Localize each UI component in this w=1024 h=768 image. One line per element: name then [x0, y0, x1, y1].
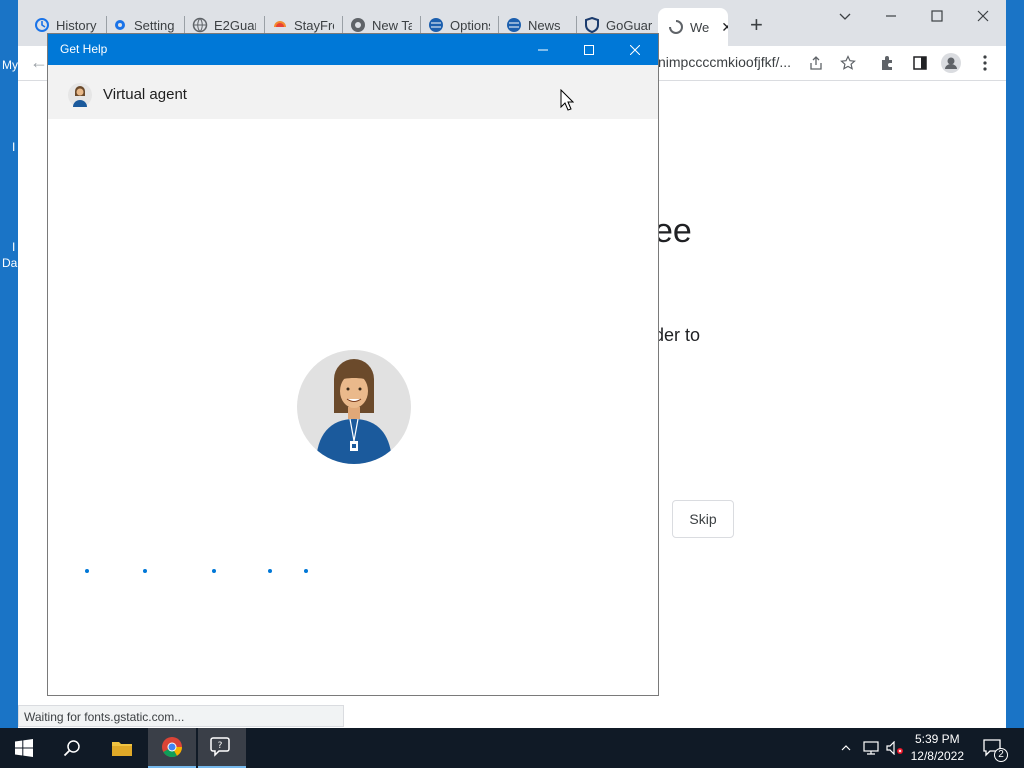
minimize-button[interactable] [868, 4, 914, 28]
tab-label: News [528, 17, 561, 33]
loading-dot [304, 569, 308, 573]
shield-icon [584, 17, 600, 33]
loading-dot [85, 569, 89, 573]
desktop-label-my: My [2, 58, 18, 72]
extensions-icon[interactable] [876, 52, 898, 74]
menu-icon[interactable] [974, 52, 996, 74]
tab-active[interactable]: We ✕ [658, 8, 728, 46]
back-arrow-icon[interactable]: ← [30, 52, 48, 73]
tab-label: New Tab [372, 17, 412, 33]
globe-icon [506, 17, 522, 33]
globe-icon [428, 17, 444, 33]
tab-separator [498, 16, 499, 34]
gear-icon [112, 17, 128, 33]
tab-separator [184, 16, 185, 34]
get-help-window: Get Help Virtual agent [47, 33, 659, 696]
skip-button[interactable]: Skip [672, 500, 734, 538]
tab-label: E2Guardian [214, 17, 256, 33]
loading-dot [268, 569, 272, 573]
taskbar: ? 5:39 PM 12/8/2022 2 [0, 728, 1024, 768]
svg-text:?: ? [218, 741, 223, 751]
tab-separator [264, 16, 265, 34]
tab-label: Settings [134, 17, 174, 33]
share-icon[interactable] [805, 52, 827, 74]
chrome-icon [350, 17, 366, 33]
chrome-taskbar-icon[interactable] [148, 728, 196, 768]
close-tab-icon[interactable]: ✕ [721, 19, 728, 36]
mouse-cursor [560, 88, 575, 116]
status-bar: Waiting for fonts.gstatic.com... [18, 705, 344, 727]
side-panel-icon[interactable] [909, 52, 931, 74]
desktop-label-da: Da [2, 256, 18, 270]
window-title: Get Help [60, 42, 108, 56]
loading-dot [143, 569, 147, 573]
close-button[interactable] [612, 34, 658, 65]
notification-icon[interactable]: 2 [978, 728, 1008, 768]
desktop-label-2: I [12, 240, 16, 254]
chevron-up-icon[interactable] [836, 728, 856, 768]
volume-muted-icon[interactable] [884, 728, 906, 768]
chevron-down-icon[interactable] [822, 4, 868, 28]
tab-separator [420, 16, 421, 34]
page-body-fragment: der to [654, 325, 701, 345]
agent-header-title: Virtual agent [103, 86, 187, 103]
star-icon[interactable] [837, 52, 859, 74]
address-bar[interactable]: nimpccccmkioofjfkf/... [658, 54, 791, 70]
desktop-label-1: I [12, 140, 16, 154]
start-button[interactable] [0, 728, 48, 768]
network-icon[interactable] [860, 728, 882, 768]
system-clock[interactable]: 5:39 PM 12/8/2022 [911, 731, 964, 765]
profile-icon[interactable] [940, 52, 962, 74]
notification-count-badge: 2 [994, 748, 1008, 762]
tab-label: History [56, 17, 97, 33]
tab-label: GoGuardian [606, 17, 652, 33]
history-icon [34, 17, 50, 33]
get-help-taskbar-icon[interactable]: ? [198, 728, 246, 768]
globe-icon [192, 17, 208, 33]
search-icon[interactable] [48, 728, 96, 768]
tab-label: We [690, 19, 710, 35]
tab-separator [576, 16, 577, 34]
stayfree-icon [272, 17, 288, 33]
tab-separator [342, 16, 343, 34]
minimize-button[interactable] [520, 34, 566, 65]
maximize-button[interactable] [914, 4, 960, 28]
agent-small-avatar [68, 82, 92, 113]
clock-time: 5:39 PM [914, 732, 960, 746]
loading-icon [668, 19, 684, 35]
tab-label: Options [450, 17, 490, 33]
get-help-titlebar: Get Help [48, 34, 658, 65]
maximize-button[interactable] [566, 34, 612, 65]
clock-date: 12/8/2022 [910, 749, 964, 763]
page-heading-fragment: ee [654, 212, 692, 250]
tab-label: StayFree [294, 17, 334, 33]
tab-separator [106, 16, 107, 34]
agent-large-avatar [296, 349, 412, 470]
loading-dot [212, 569, 216, 573]
close-window-button[interactable] [960, 4, 1006, 28]
file-explorer-icon[interactable] [98, 728, 146, 768]
new-tab-button[interactable]: + [750, 12, 763, 38]
